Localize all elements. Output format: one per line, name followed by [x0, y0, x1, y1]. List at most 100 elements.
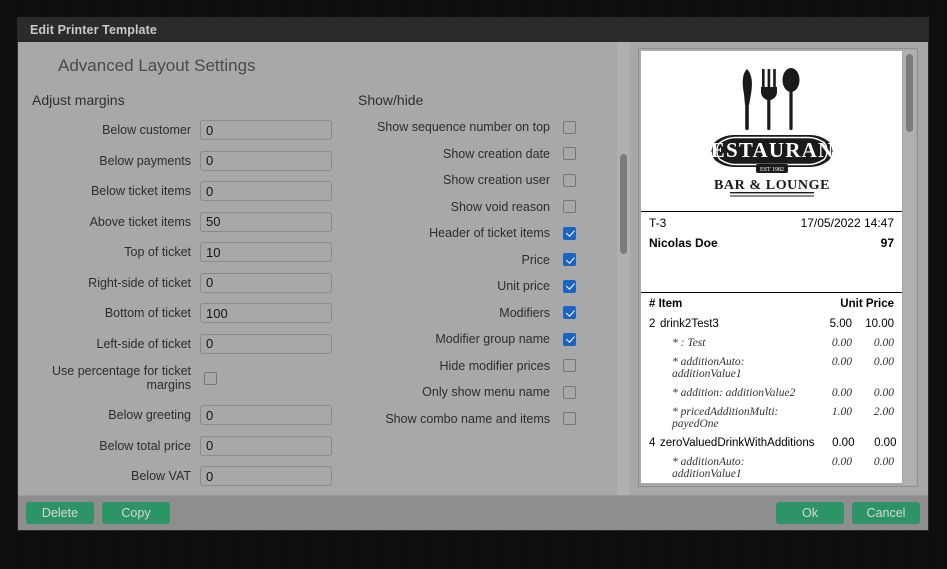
item-unit: 0.00	[814, 437, 854, 449]
option-label: Show sequence number on top	[377, 120, 563, 134]
input-below-vat[interactable]	[200, 466, 332, 486]
option-label: Show creation user	[443, 173, 563, 187]
receipt-item-row: 2 drink2Test3 5.00 10.00	[649, 314, 894, 333]
input-right-side-of-ticket[interactable]	[200, 273, 332, 293]
checkbox-show-sequence-number-on-top[interactable]	[563, 121, 576, 134]
table-ref: T-3	[649, 216, 666, 230]
preview-scrollbar-thumb[interactable]	[906, 54, 913, 132]
settings-scrollbar[interactable]	[617, 42, 630, 495]
item-unit: 0.00	[812, 456, 852, 480]
input-left-side-of-ticket[interactable]	[200, 334, 332, 354]
input-below-payments[interactable]	[200, 151, 332, 171]
checkbox-price[interactable]	[563, 253, 576, 266]
field-label: Above ticket items	[41, 215, 200, 229]
receipt-meta-row: T-3 17/05/2022 14:47	[649, 212, 894, 230]
receipt-item-row: * : Test 0.00 0.00	[649, 333, 894, 352]
customer-number: 97	[881, 236, 894, 250]
option-show-combo-name-and-items[interactable]: Show combo name and items	[346, 412, 586, 426]
receipt-datetime: 17/05/2022 14:47	[801, 216, 894, 230]
receipt-item-row: * additionAuto: additionValue1 0.00 0.00	[649, 352, 894, 383]
item-unit: 1.00	[812, 406, 852, 430]
items-header-unit: Unit	[840, 298, 862, 310]
checkbox-modifiers[interactable]	[563, 306, 576, 319]
checkbox-modifier-group-name[interactable]	[563, 333, 576, 346]
field-above-ticket-items: Above ticket items	[18, 212, 336, 232]
screen: Edit Printer Template Advanced Layout Se…	[0, 0, 947, 569]
dialog-titlebar: Edit Printer Template	[18, 18, 928, 42]
input-bottom-of-ticket[interactable]	[200, 303, 332, 323]
field-below-customer: Below customer	[18, 120, 336, 140]
receipt-item-row: * addition: additionValue2 0.00 0.00	[649, 383, 894, 402]
checkbox-use-percentage-for-ticket-margins[interactable]	[204, 372, 217, 385]
option-label: Only show menu name	[422, 385, 563, 399]
option-label: Show creation date	[443, 147, 563, 161]
settings-scrollbar-thumb[interactable]	[620, 154, 627, 254]
option-hide-modifier-prices[interactable]: Hide modifier prices	[346, 359, 586, 373]
delete-button[interactable]: Delete	[26, 502, 94, 524]
ticket-preview-panel: RESTAURANT EST 1982 BAR & LOUNGE	[630, 42, 928, 495]
option-modifier-group-name[interactable]: Modifier group name	[346, 332, 586, 346]
copy-button[interactable]: Copy	[102, 502, 170, 524]
receipt-item-row: 4 zeroValuedDrinkWithAdditions 0.00 0.00	[649, 433, 894, 452]
input-below-customer[interactable]	[200, 120, 332, 140]
checkbox-show-creation-user[interactable]	[563, 174, 576, 187]
svg-text:EST 1982: EST 1982	[759, 167, 783, 173]
field-label: Right-side of ticket	[41, 276, 200, 290]
checkbox-header-of-ticket-items[interactable]	[563, 227, 576, 240]
items-header-right: Unit Price	[840, 298, 894, 310]
ok-button[interactable]: Ok	[776, 502, 844, 524]
item-price: 0.00	[852, 387, 894, 399]
dialog-title: Edit Printer Template	[30, 23, 157, 37]
option-label: Modifier group name	[435, 332, 563, 346]
option-label: Price	[522, 253, 563, 267]
option-only-show-menu-name[interactable]: Only show menu name	[346, 385, 586, 399]
option-show-void-reason[interactable]: Show void reason	[346, 200, 586, 214]
svg-text:RESTAURANT: RESTAURANT	[694, 138, 849, 162]
option-header-of-ticket-items[interactable]: Header of ticket items	[346, 226, 586, 240]
option-price[interactable]: Price	[346, 253, 586, 267]
ticket-preview-frame: RESTAURANT EST 1982 BAR & LOUNGE	[638, 48, 918, 487]
option-show-creation-date[interactable]: Show creation date	[346, 147, 586, 161]
input-below-total-price[interactable]	[200, 436, 332, 456]
receipt-item-row: * additionAuto: additionValue1 0.00 0.00	[649, 452, 894, 483]
input-above-ticket-items[interactable]	[200, 212, 332, 232]
checkbox-show-combo-name-and-items[interactable]	[563, 412, 576, 425]
field-below-vat: Below VAT	[18, 466, 336, 486]
checkbox-hide-modifier-prices[interactable]	[563, 359, 576, 372]
adjust-margins-heading: Adjust margins	[18, 92, 336, 108]
field-label: Below ticket items	[41, 184, 200, 198]
items-header-left: # Item	[649, 298, 682, 310]
option-modifiers[interactable]: Modifiers	[346, 306, 586, 320]
checkbox-only-show-menu-name[interactable]	[563, 386, 576, 399]
checkbox-show-void-reason[interactable]	[563, 200, 576, 213]
option-label: Hide modifier prices	[440, 359, 563, 373]
option-show-sequence-number-on-top[interactable]: Show sequence number on top	[346, 120, 586, 134]
field-label: Below greeting	[41, 408, 200, 422]
item-name: * pricedAdditionMulti: payedOne	[660, 406, 812, 430]
item-price: 0.00	[854, 437, 896, 449]
field-top-of-ticket: Top of ticket	[18, 242, 336, 262]
input-below-ticket-items[interactable]	[200, 181, 332, 201]
item-unit: 0.00	[812, 387, 852, 399]
show-hide-column: Show/hide Show sequence number on top Sh…	[336, 92, 586, 495]
field-label: Bottom of ticket	[41, 306, 200, 320]
cancel-button[interactable]: Cancel	[852, 502, 920, 524]
items-table-header: # Item Unit Price	[649, 293, 894, 314]
preview-scrollbar[interactable]	[903, 50, 916, 485]
show-hide-heading: Show/hide	[346, 92, 586, 108]
field-label: Below VAT	[41, 469, 200, 483]
item-name: * additionAuto: additionValue1	[660, 356, 812, 380]
input-below-greeting[interactable]	[200, 405, 332, 425]
checkbox-show-creation-date[interactable]	[563, 147, 576, 160]
svg-text:BAR & LOUNGE: BAR & LOUNGE	[713, 178, 829, 193]
item-price: 0.00	[852, 456, 894, 480]
option-unit-price[interactable]: Unit price	[346, 279, 586, 293]
option-show-creation-user[interactable]: Show creation user	[346, 173, 586, 187]
checkbox-unit-price[interactable]	[563, 280, 576, 293]
dialog-footer: Delete Copy Ok Cancel	[18, 495, 928, 530]
item-name: * addition: additionValue2	[660, 387, 812, 399]
field-bottom-of-ticket: Bottom of ticket	[18, 303, 336, 323]
settings-columns: Adjust margins Below customer Below paym…	[18, 76, 630, 495]
field-use-percentage-for-ticket-margins: Use percentage for ticket margins	[18, 364, 336, 392]
input-top-of-ticket[interactable]	[200, 242, 332, 262]
